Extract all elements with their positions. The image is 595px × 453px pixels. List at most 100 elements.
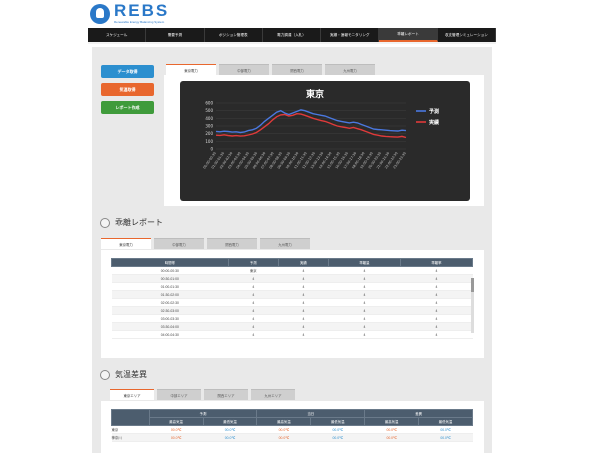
weather-cell: 00.0℃ xyxy=(418,425,473,434)
weather-sub-row: 最高気温 最低気温 最高気温 最低気温 最高気温 最低気温 xyxy=(112,417,473,426)
report-cell: 4 xyxy=(400,306,473,315)
weather-sub-1-0: 最高気温 xyxy=(256,417,312,426)
y-tick-label-1: 100 xyxy=(205,139,213,144)
data-fetch-button[interactable]: データ取得 xyxy=(101,65,154,78)
tab-3[interactable]: 九州エリア xyxy=(251,389,295,400)
y-tick-label-0: 0 xyxy=(210,147,213,152)
tab-2[interactable]: 関西エリア xyxy=(204,389,248,400)
report-cell: 4 xyxy=(228,282,279,291)
report-cell: 00:30-01:00 xyxy=(111,274,229,283)
brand-name: REBS xyxy=(114,1,170,20)
report-col-1: 予測 xyxy=(227,258,279,267)
report-panel: 時間帯 予測 実績 乖離量 乖離率 00:00-00:30 東京 4 4 4 00:30-01:00… xyxy=(101,250,484,358)
weather-panel: 予測 当日 差異 最高気温 最低気温 最高気温 最低気温 最高気温 最低気温 東京 00.0℃ 00.… xyxy=(101,401,484,453)
report-cell: 4 xyxy=(400,290,473,299)
nav-item-2[interactable]: ポジション管理表 xyxy=(205,28,263,42)
report-cell: 4 xyxy=(278,282,329,291)
nav-item-3[interactable]: 電力調達（入札） xyxy=(263,28,322,42)
report-cell: 4 xyxy=(278,330,329,339)
y-tick-label-3: 300 xyxy=(205,124,213,129)
weather-group-1: 当日 xyxy=(256,409,366,418)
table-row: 03:00-03:30 4 4 4 4 xyxy=(111,314,473,323)
report-table-wrap: 時間帯 予測 実績 乖離量 乖離率 00:00-00:30 東京 4 4 4 00:30-01:00… xyxy=(111,258,474,339)
report-cell: 4 xyxy=(400,330,473,339)
document-icon xyxy=(100,217,110,228)
tab-0[interactable]: 東京電力 xyxy=(166,64,216,75)
weather-table-wrap: 予測 当日 差異 最高気温 最低気温 最高気温 最低気温 最高気温 最低気温 東京 00.0℃ 00.… xyxy=(111,409,473,442)
report-scrollbar[interactable] xyxy=(471,278,474,333)
bulb-logo-icon xyxy=(90,4,110,24)
report-cell: 4 xyxy=(228,298,279,307)
nav-item-1[interactable]: 需要予測 xyxy=(146,28,205,42)
weather-section-header: 気温差異 xyxy=(100,369,147,380)
report-header-row: 時間帯 予測 実績 乖離量 乖離率 xyxy=(111,258,474,267)
chart-title: 東京 xyxy=(306,88,324,100)
table-row: 01:30-02:00 4 4 4 4 xyxy=(111,290,473,299)
weather-area: 東京 xyxy=(111,425,150,434)
report-cell: 4 xyxy=(278,322,329,331)
report-cell: 4 xyxy=(400,282,473,291)
report-section-title: 乖離レポート xyxy=(115,218,163,227)
weather-cell: 00.0℃ xyxy=(364,425,419,434)
report-cell: 4 xyxy=(328,322,401,331)
y-tick-label-4: 400 xyxy=(205,116,213,121)
y-tick-label-2: 200 xyxy=(205,131,213,136)
weather-area: 神奈川 xyxy=(111,433,150,442)
table-row: 00:30-01:00 4 4 4 4 xyxy=(111,274,473,283)
chart-svg: 東京010020030040050060000:00-00:3001:00-01… xyxy=(202,88,440,170)
report-cell: 4 xyxy=(328,298,401,307)
weather-cell: 00.0℃ xyxy=(256,425,311,434)
table-row: 東京 00.0℃ 00.0℃ 00.0℃ 00.0℃ 00.0℃ 00.0℃ xyxy=(111,425,473,434)
report-cell: 4 xyxy=(400,298,473,307)
report-cell: 03:30-04:00 xyxy=(111,322,229,331)
report-cell: 00:00-00:30 xyxy=(111,266,229,275)
nav-item-4[interactable]: 実績・速報モニタリング xyxy=(321,28,380,42)
report-cell: 4 xyxy=(228,274,279,283)
brand-tagline: Renewable Energy Balancing System xyxy=(114,20,165,24)
tab-1[interactable]: 中部電力 xyxy=(219,64,269,75)
weather-sub-2-0: 最高気温 xyxy=(364,417,420,426)
report-cell: 4 xyxy=(228,306,279,315)
weather-fetch-button[interactable]: 気温取得 xyxy=(101,83,154,96)
weather-cell: 00.0℃ xyxy=(149,425,204,434)
weather-sub-1-1: 最低気温 xyxy=(310,417,366,426)
series-line-1 xyxy=(215,112,407,139)
tab-2[interactable]: 関西電力 xyxy=(207,238,257,249)
chart-panel: 東京 0 100 200 300 400 500 600 00:00-00:30 01:00-01… xyxy=(164,75,484,206)
chart-area-tabs: 東京電力 中部電力 関西電力 九州電力 xyxy=(166,64,378,75)
report-cell: 4 xyxy=(328,290,401,299)
report-table: 時間帯 予測 実績 乖離量 乖離率 00:00-00:30 東京 4 4 4 00:30-01:00… xyxy=(111,258,474,339)
report-col-2: 実績 xyxy=(277,258,329,267)
report-cell: 4 xyxy=(328,306,401,315)
report-cell: 4 xyxy=(328,314,401,323)
table-row: 02:00-02:30 4 4 4 4 xyxy=(111,298,473,307)
weather-cell: 00.0℃ xyxy=(310,425,365,434)
nav-item-0[interactable]: スケジュール xyxy=(88,28,147,42)
legend-label-0: 予測 xyxy=(429,108,439,115)
report-cell: 4 xyxy=(328,266,401,275)
tab-0[interactable]: 東京エリア xyxy=(110,389,154,400)
tab-0[interactable]: 東京電力 xyxy=(101,238,151,249)
weather-corner xyxy=(111,409,150,426)
table-row: 00:00-00:30 東京 4 4 4 xyxy=(111,266,473,275)
tab-3[interactable]: 九州電力 xyxy=(325,64,375,75)
report-cell: 4 xyxy=(278,290,329,299)
weather-cell: 00.0℃ xyxy=(364,433,419,442)
table-row: 03:30-04:00 4 4 4 4 xyxy=(111,322,473,331)
tab-1[interactable]: 中部電力 xyxy=(154,238,204,249)
weather-cell: 00.0℃ xyxy=(256,433,311,442)
report-cell: 4 xyxy=(228,330,279,339)
tab-2[interactable]: 関西電力 xyxy=(272,64,322,75)
nav-item-5[interactable]: 乖離レポート xyxy=(379,28,438,42)
report-cell: 4 xyxy=(328,274,401,283)
report-cell: 4 xyxy=(328,282,401,291)
nav-divider xyxy=(88,42,496,44)
report-create-button[interactable]: レポート作成 xyxy=(101,101,154,114)
report-cell: 4 xyxy=(278,266,329,275)
scroll-thumb[interactable] xyxy=(471,278,474,292)
tab-1[interactable]: 中部エリア xyxy=(157,389,201,400)
nav-item-6[interactable]: 収支管理シミュレーション xyxy=(438,28,496,42)
report-tabs: 東京電力 中部電力 関西電力 九州電力 xyxy=(101,238,313,249)
weather-cell: 00.0℃ xyxy=(203,433,257,442)
tab-3[interactable]: 九州電力 xyxy=(260,238,310,249)
